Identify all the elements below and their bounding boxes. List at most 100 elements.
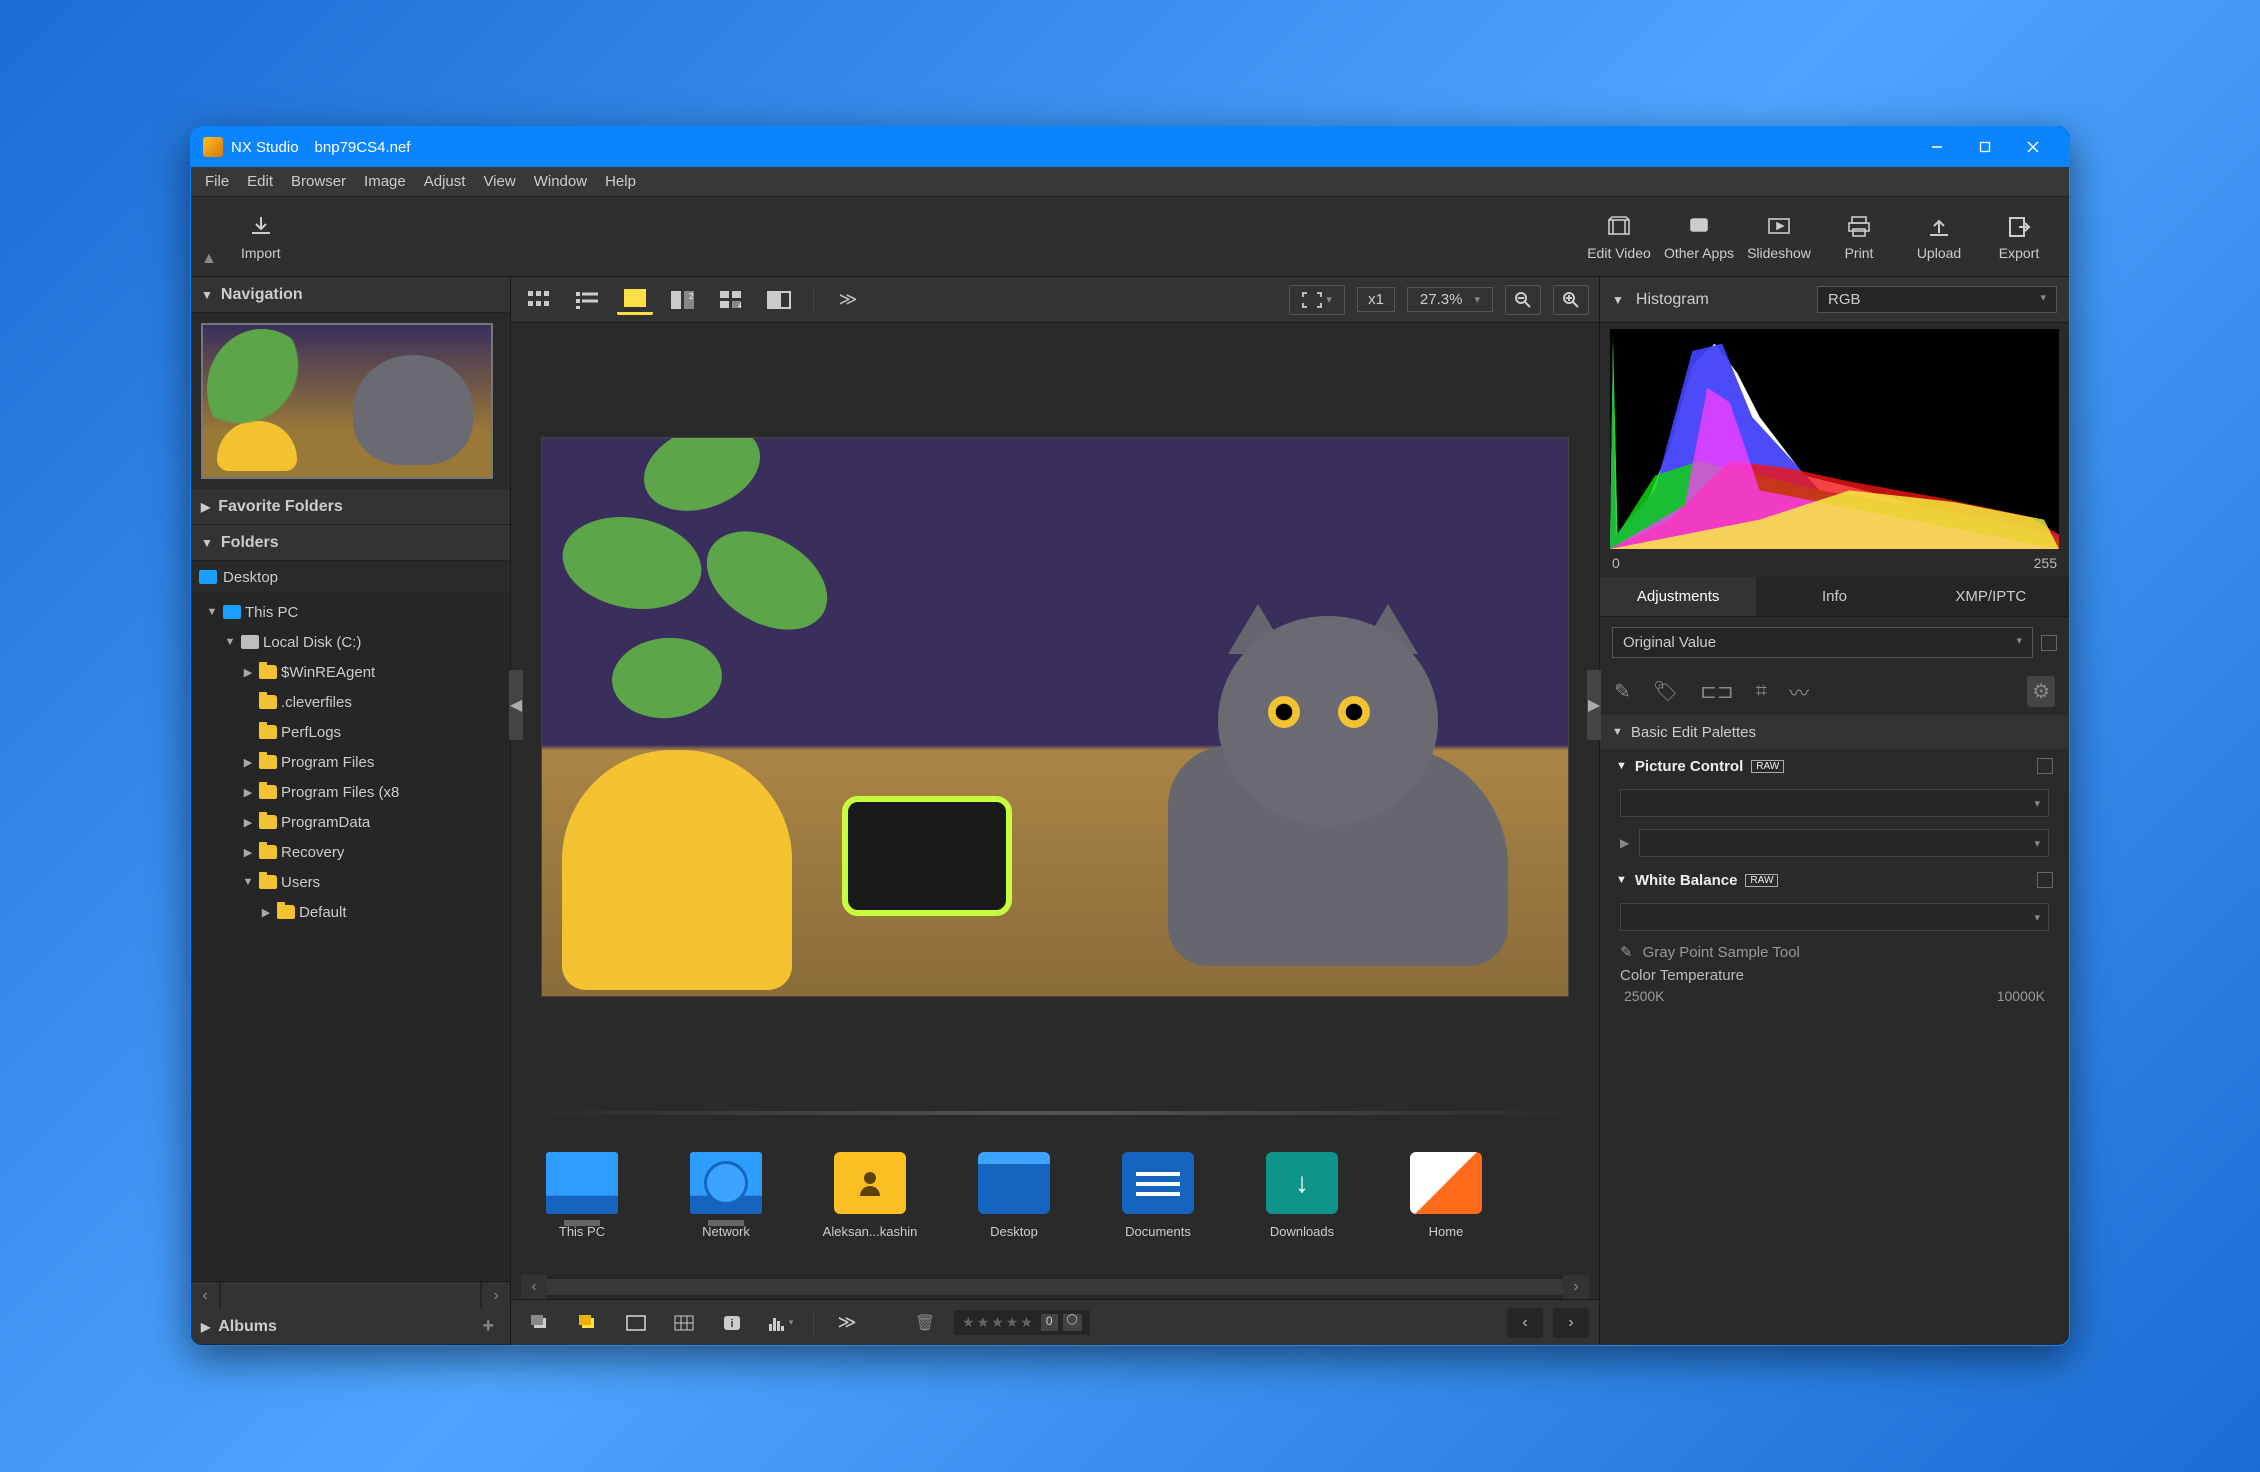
favorite-folders-header[interactable]: ▶Favorite Folders xyxy=(191,489,510,525)
before-after-button[interactable] xyxy=(761,285,797,315)
menu-help[interactable]: Help xyxy=(599,171,642,192)
histogram-mode-select[interactable]: RGB▾ xyxy=(1817,286,2057,313)
eyedropper-icon[interactable]: ✎ xyxy=(1614,679,1631,704)
single-view-button[interactable] xyxy=(617,285,653,315)
next-button[interactable]: › xyxy=(1553,1308,1589,1338)
folders-header[interactable]: ▼Folders xyxy=(191,525,510,561)
tree-scrollbar[interactable]: ‹› xyxy=(191,1281,510,1309)
left-collapse-handle[interactable]: ◀ xyxy=(509,670,523,740)
add-album-icon[interactable]: + xyxy=(482,1315,494,1338)
zoom-select[interactable]: 27.3%▾ xyxy=(1407,287,1493,312)
tree-programdata[interactable]: ▶ProgramData xyxy=(191,807,510,837)
fs-home[interactable]: Home xyxy=(1391,1152,1501,1239)
fs-this-pc[interactable]: This PC xyxy=(527,1152,637,1239)
menu-edit[interactable]: Edit xyxy=(241,171,279,192)
basic-edit-header[interactable]: ▼Basic Edit Palettes xyxy=(1600,715,2069,749)
edit-video-button[interactable]: Edit Video xyxy=(1579,213,1659,261)
stack-yellow-icon[interactable] xyxy=(569,1308,607,1338)
menu-window[interactable]: Window xyxy=(528,171,593,192)
prev-button[interactable]: ‹ xyxy=(1507,1308,1543,1338)
tree-users[interactable]: ▼Users xyxy=(191,867,510,897)
folder-root-desktop[interactable]: Desktop xyxy=(191,561,510,593)
zoom-in-button[interactable] xyxy=(1553,285,1589,315)
window-maximize[interactable] xyxy=(1961,127,2009,167)
histogram-display xyxy=(1610,329,2059,549)
menu-view[interactable]: View xyxy=(477,171,521,192)
menu-image[interactable]: Image xyxy=(358,171,412,192)
export-button[interactable]: Export xyxy=(1979,213,2059,261)
albums-header[interactable]: ▶Albums+ xyxy=(191,1309,510,1345)
tab-adjustments[interactable]: Adjustments xyxy=(1600,577,1756,616)
tree-program-files[interactable]: ▶Program Files xyxy=(191,747,510,777)
tree-default[interactable]: ▶Default xyxy=(191,897,510,927)
compare-2-button[interactable]: 2 xyxy=(665,285,701,315)
picture-control-checkbox[interactable] xyxy=(2037,758,2053,774)
picture-control-sub-select[interactable]: ▾ xyxy=(1639,829,2049,857)
slideshow-button[interactable]: Slideshow xyxy=(1739,213,1819,261)
list-view-button[interactable] xyxy=(569,285,605,315)
other-apps-button[interactable]: APP Other Apps xyxy=(1659,213,1739,261)
grid-icon[interactable] xyxy=(665,1308,703,1338)
fs-desktop[interactable]: Desktop xyxy=(959,1152,1069,1239)
upload-button[interactable]: Upload xyxy=(1899,213,1979,261)
fs-network[interactable]: Network xyxy=(671,1152,781,1239)
crop-icon[interactable]: ⌗ xyxy=(1756,680,1767,703)
stack-icon[interactable] xyxy=(521,1308,559,1338)
tag-icon[interactable]: 🏷 xyxy=(1653,679,1678,704)
curve-icon[interactable]: 〰 xyxy=(1789,677,1809,706)
tab-xmp-iptc[interactable]: XMP/IPTC xyxy=(1913,577,2069,616)
svg-text:i: i xyxy=(730,1318,733,1330)
import-button[interactable]: Import xyxy=(221,213,301,261)
tree-local-disk[interactable]: ▼Local Disk (C:) xyxy=(191,627,510,657)
navigation-header[interactable]: ▼Navigation xyxy=(191,277,510,313)
print-button[interactable]: Print xyxy=(1819,213,1899,261)
fit-screen-button[interactable]: ▾ xyxy=(1289,285,1345,315)
gray-point-tool[interactable]: ✎Gray Point Sample Tool xyxy=(1600,937,2069,967)
compare-4-button[interactable]: 4 xyxy=(713,285,749,315)
tab-info[interactable]: Info xyxy=(1756,577,1912,616)
picture-control-select[interactable]: ▾ xyxy=(1620,789,2049,817)
tree-cleverfiles[interactable]: .cleverfiles xyxy=(191,687,510,717)
white-balance-header[interactable]: ▼ White Balance RAW xyxy=(1600,863,2069,897)
window-close[interactable] xyxy=(2009,127,2057,167)
tree-perflogs[interactable]: PerfLogs xyxy=(191,717,510,747)
right-collapse-handle[interactable]: ▶ xyxy=(1587,670,1601,740)
more-bottom-button[interactable]: ≫ xyxy=(828,1308,866,1338)
rating-stars[interactable]: ★★★★★ 0 ◯ xyxy=(954,1310,1090,1335)
picture-control-header[interactable]: ▼ Picture Control RAW xyxy=(1600,749,2069,783)
grid-view-button[interactable] xyxy=(521,285,557,315)
info-icon[interactable]: i xyxy=(713,1308,751,1338)
zoom-out-button[interactable] xyxy=(1505,285,1541,315)
preset-select[interactable]: Original Value▾ xyxy=(1612,627,2033,658)
tree-this-pc[interactable]: ▼This PC xyxy=(191,597,510,627)
aspect-icon[interactable] xyxy=(617,1308,655,1338)
filmstrip: This PC Network Aleksan...kashin Desktop… xyxy=(511,1115,1599,1275)
chevron-right-icon[interactable]: ▶ xyxy=(1620,836,1629,850)
titlebar: NX Studio bnp79CS4.nef xyxy=(191,127,2069,167)
menu-file[interactable]: File xyxy=(199,171,235,192)
menu-adjust[interactable]: Adjust xyxy=(418,171,472,192)
tree-recovery[interactable]: ▶Recovery xyxy=(191,837,510,867)
delete-button[interactable]: 🗑 xyxy=(906,1308,944,1338)
tree-program-files-x86[interactable]: ▶Program Files (x8 xyxy=(191,777,510,807)
histogram-icon[interactable]: ▾ xyxy=(761,1308,799,1338)
zoom-ratio[interactable]: x1 xyxy=(1357,287,1395,312)
straighten-icon[interactable]: ⊏⊐ xyxy=(1700,679,1734,704)
more-views-button[interactable]: ≫ xyxy=(830,285,866,315)
toolbar-expand-left-icon[interactable]: ▲ xyxy=(201,197,217,276)
white-balance-select[interactable]: ▾ xyxy=(1620,903,2049,931)
white-balance-checkbox[interactable] xyxy=(2037,872,2053,888)
filmstrip-scrollbar[interactable]: ‹› xyxy=(521,1275,1589,1299)
fs-downloads[interactable]: ↓Downloads xyxy=(1247,1152,1357,1239)
preset-checkbox[interactable] xyxy=(2041,635,2057,651)
histogram-header[interactable]: ▼ Histogram RGB▾ xyxy=(1600,277,2069,323)
tree-winreagent[interactable]: ▶$WinREAgent xyxy=(191,657,510,687)
fs-documents[interactable]: Documents xyxy=(1103,1152,1213,1239)
image-viewer[interactable]: ◀ ▶ xyxy=(511,323,1599,1111)
label-chip[interactable]: ◯ xyxy=(1063,1314,1082,1331)
menu-browser[interactable]: Browser xyxy=(285,171,352,192)
fs-user[interactable]: Aleksan...kashin xyxy=(815,1152,925,1239)
gear-icon[interactable]: ⚙ xyxy=(2027,676,2055,707)
window-minimize[interactable] xyxy=(1913,127,1961,167)
navigation-thumbnail[interactable] xyxy=(201,323,493,479)
